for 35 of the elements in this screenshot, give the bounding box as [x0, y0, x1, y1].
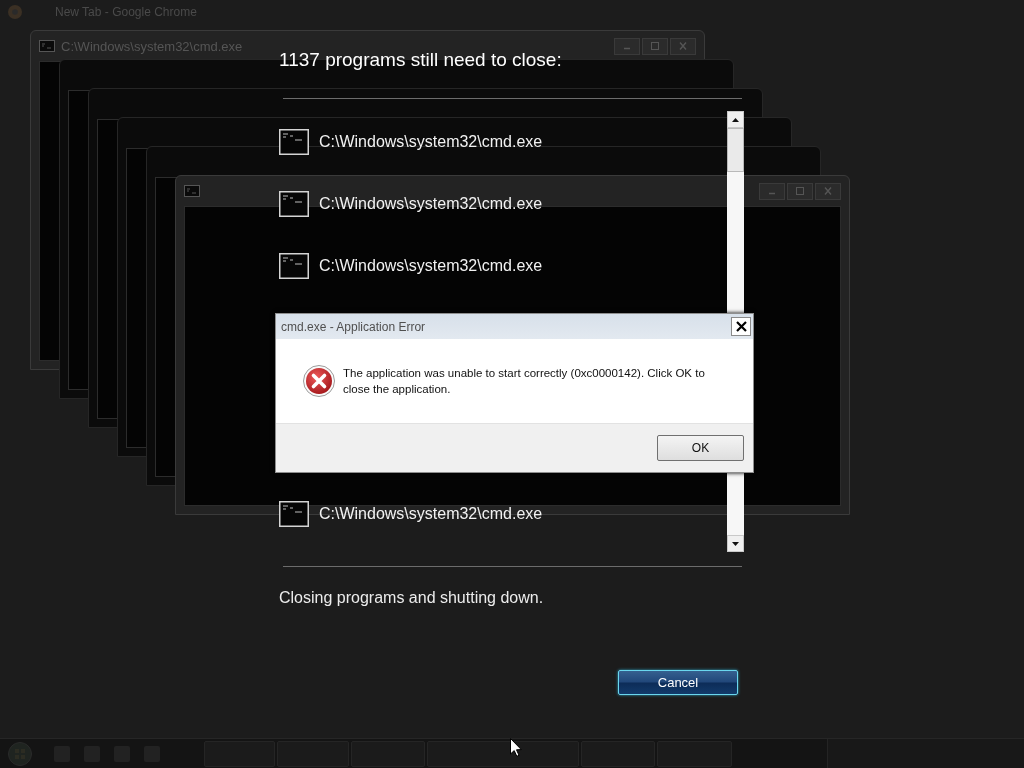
mouse-cursor-icon: [510, 738, 522, 757]
console-icon: [279, 253, 309, 279]
scroll-down-button[interactable]: [727, 535, 744, 552]
shutdown-heading: 1137 programs still need to close:: [279, 48, 563, 72]
taskbar-button[interactable]: [427, 740, 579, 767]
console-icon: [279, 501, 309, 527]
maximize-icon: [650, 42, 660, 50]
console-icon: [39, 40, 55, 52]
minimize-button[interactable]: [614, 37, 640, 55]
dialog-title: cmd.exe - Application Error: [281, 319, 426, 334]
start-button[interactable]: [8, 741, 32, 766]
minimize-button[interactable]: [759, 182, 785, 200]
down-arrow-icon: [732, 541, 739, 546]
close-icon: [823, 187, 833, 195]
error-icon: [303, 365, 335, 397]
program-name: C:\Windows\system32\cmd.exe: [319, 133, 543, 151]
status-text: Closing programs and shutting down.: [279, 588, 545, 608]
program-name: C:\Windows\system32\cmd.exe: [319, 257, 543, 275]
browser-icon: [8, 5, 22, 19]
maximize-button[interactable]: [787, 182, 813, 200]
maximize-button[interactable]: [642, 37, 668, 55]
ok-button[interactable]: OK: [657, 435, 744, 461]
console-icon: [279, 191, 309, 217]
up-arrow-icon: [732, 117, 739, 122]
program-name: C:\Windows\system32\cmd.exe: [319, 195, 543, 213]
error-message: The application was unable to start correctly (0xc0000142). Click OK to close the application.: [343, 366, 706, 397]
cancel-button[interactable]: Cancel: [618, 670, 738, 695]
close-button[interactable]: [731, 317, 751, 336]
close-icon: [735, 321, 747, 332]
scrollbar-thumb[interactable]: [727, 128, 744, 172]
scroll-up-button[interactable]: [727, 111, 744, 128]
program-name: C:\Windows\system32\cmd.exe: [319, 505, 543, 523]
maximize-icon: [795, 187, 805, 195]
console-icon: [184, 185, 200, 197]
close-icon: [678, 42, 688, 50]
